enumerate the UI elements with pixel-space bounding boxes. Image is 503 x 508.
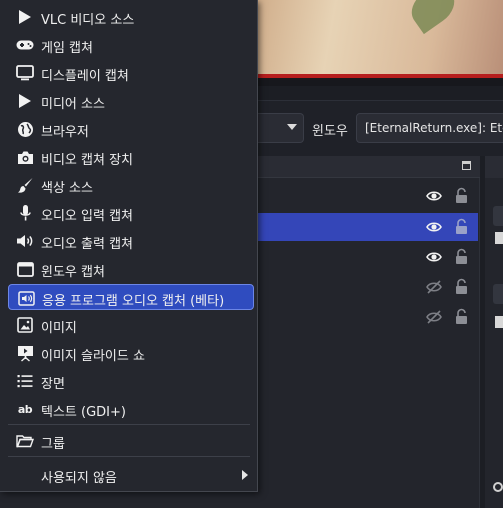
menu-item-text-gdi[interactable]: ab 텍스트 (GDI+) <box>8 396 254 422</box>
brush-icon <box>16 176 34 194</box>
menu-item-audio-input-capture[interactable]: 오디오 입력 캡쳐 <box>8 200 254 226</box>
menu-item-label: 비디오 캡쳐 장치 <box>41 153 133 168</box>
mixer-slider[interactable] <box>493 284 503 304</box>
folder-icon <box>16 432 34 450</box>
unlock-icon[interactable] <box>455 187 468 204</box>
chevron-right-icon <box>242 470 248 480</box>
menu-item-label: 이미지 슬라이드 쇼 <box>41 349 145 364</box>
unlock-icon[interactable] <box>455 308 468 325</box>
eye-icon[interactable] <box>426 249 442 265</box>
image-icon <box>16 316 34 334</box>
unlock-icon[interactable] <box>455 218 468 235</box>
add-source-context-menu: VLC 비디오 소스 게임 캡쳐 디스플레이 캡쳐 미디어 소스 브라우저 비디… <box>0 0 258 492</box>
menu-item-audio-output-capture[interactable]: 오디오 출력 캡쳐 <box>8 228 254 254</box>
menu-item-browser[interactable]: 브라우저 <box>8 116 254 142</box>
menu-item-label: 텍스트 (GDI+) <box>41 405 126 420</box>
menu-item-label: 장면 <box>41 377 65 392</box>
menu-item-vlc-video-source[interactable]: VLC 비디오 소스 <box>8 4 254 30</box>
menu-item-label: 응용 프로그램 오디오 캡처 (베타) <box>42 294 225 309</box>
eye-hidden-icon[interactable] <box>426 309 442 325</box>
menu-item-group[interactable]: 그룹 <box>8 428 254 454</box>
unlock-icon[interactable] <box>455 278 468 295</box>
monitor-icon <box>16 64 34 82</box>
menu-separator <box>8 424 250 425</box>
menu-item-label: 디스플레이 캡쳐 <box>41 69 129 84</box>
window-select[interactable]: [EternalReturn.exe]: Ete <box>356 113 503 143</box>
menu-item-deprecated[interactable]: 사용되지 않음 <box>8 462 254 488</box>
unlock-icon[interactable] <box>455 248 468 265</box>
window-icon <box>16 260 34 278</box>
menu-item-label: 사용되지 않음 <box>41 471 117 486</box>
menu-item-color-source[interactable]: 색상 소스 <box>8 172 254 198</box>
eye-icon[interactable] <box>426 219 442 235</box>
menu-item-label: VLC 비디오 소스 <box>41 13 135 28</box>
preview-leaf-shape <box>404 0 462 35</box>
menu-item-media-source[interactable]: 미디어 소스 <box>8 88 254 114</box>
chevron-down-icon[interactable] <box>287 124 297 130</box>
speaker-icon[interactable] <box>495 316 503 328</box>
speaker-icon <box>16 232 34 250</box>
gear-icon[interactable] <box>493 482 503 492</box>
menu-item-label: 색상 소스 <box>41 181 93 196</box>
menu-item-display-capture[interactable]: 디스플레이 캡쳐 <box>8 60 254 86</box>
source-combo-box[interactable] <box>258 113 304 143</box>
menu-item-image-slideshow[interactable]: 이미지 슬라이드 쇼 <box>8 340 254 366</box>
menu-item-label: 브라우저 <box>41 125 89 140</box>
speaker-icon[interactable] <box>495 232 503 244</box>
menu-item-label: 이미지 <box>41 321 77 336</box>
menu-separator <box>8 456 250 457</box>
menu-item-label: 오디오 입력 캡쳐 <box>41 209 133 224</box>
menu-item-game-capture[interactable]: 게임 캡쳐 <box>8 32 254 58</box>
microphone-icon <box>16 204 34 222</box>
globe-icon <box>16 120 34 138</box>
menu-item-label: 미디어 소스 <box>41 97 105 112</box>
list-icon <box>16 372 34 390</box>
menu-item-scene[interactable]: 장면 <box>8 368 254 394</box>
menu-item-label: 윈도우 캡쳐 <box>41 265 105 280</box>
eye-icon[interactable] <box>426 188 442 204</box>
menu-item-window-capture[interactable]: 윈도우 캡쳐 <box>8 256 254 282</box>
slideshow-icon <box>16 344 34 362</box>
camera-icon <box>16 148 34 166</box>
menu-item-label: 그룹 <box>41 437 65 452</box>
text-icon: ab <box>17 402 33 416</box>
audio-mixer-header <box>485 156 503 178</box>
menu-item-application-audio-capture[interactable]: 응용 프로그램 오디오 캡처 (베타) <box>8 284 254 310</box>
menu-item-video-capture-device[interactable]: 비디오 캡쳐 장치 <box>8 144 254 170</box>
mixer-slider[interactable] <box>493 206 503 226</box>
window-label: 윈도우 <box>312 124 348 139</box>
app-audio-icon <box>17 289 35 307</box>
play-icon <box>16 8 34 26</box>
eye-hidden-icon[interactable] <box>426 279 442 295</box>
play-icon <box>16 92 34 110</box>
audio-mixer-dock <box>485 156 503 508</box>
menu-item-label: 게임 캡쳐 <box>41 41 93 56</box>
dock-float-icon[interactable] <box>462 161 471 170</box>
gamepad-icon <box>16 36 34 54</box>
menu-item-label: 오디오 출력 캡쳐 <box>41 237 133 252</box>
menu-item-image[interactable]: 이미지 <box>8 312 254 338</box>
